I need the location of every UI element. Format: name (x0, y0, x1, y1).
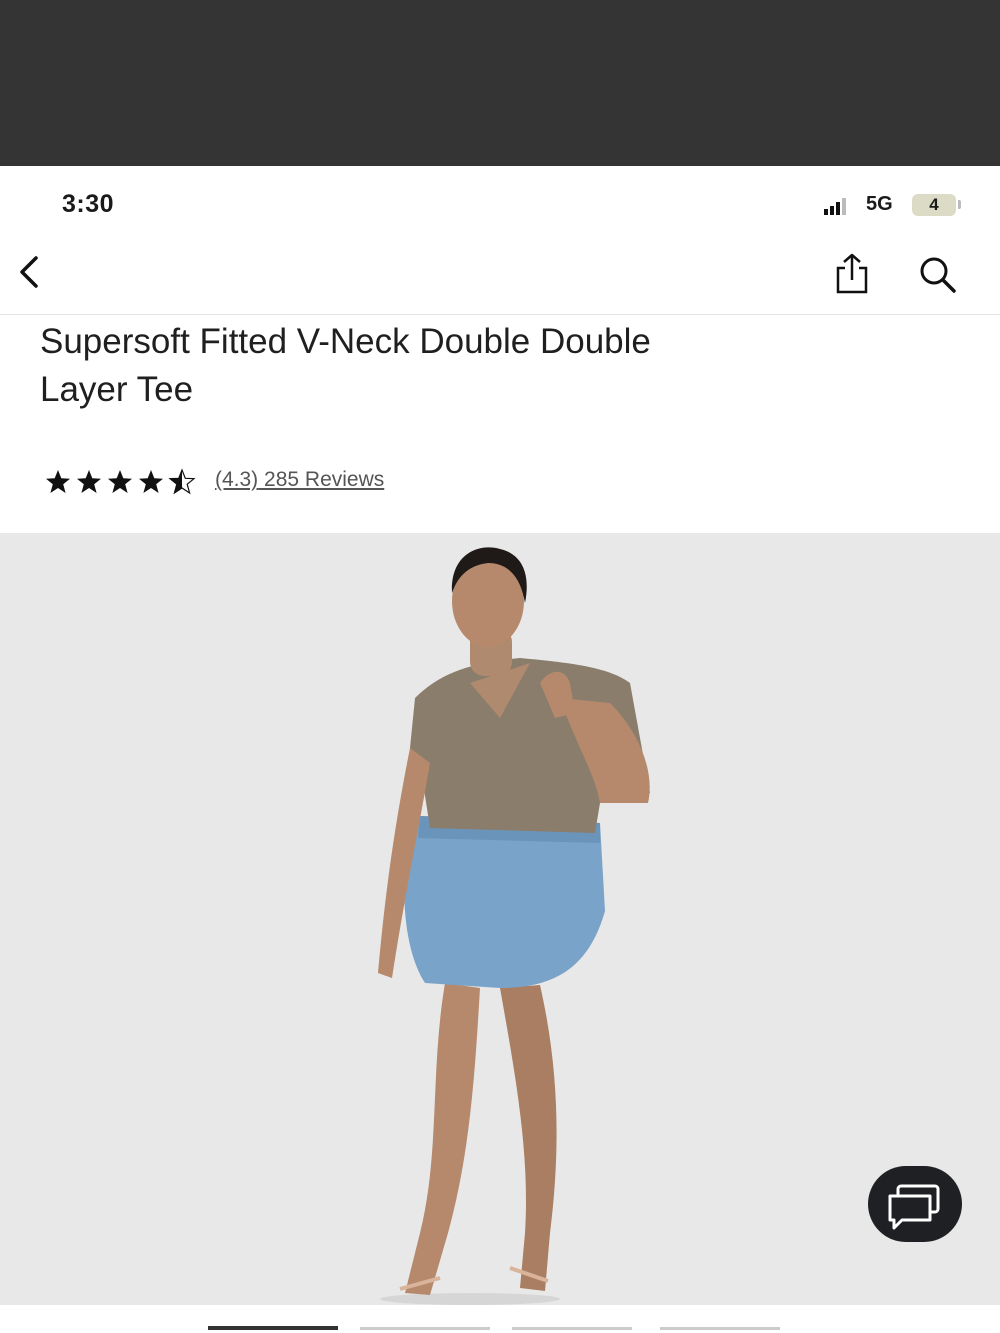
top-dark-bar (0, 0, 1000, 166)
product-title: Supersoft Fitted V-Neck Double Double La… (40, 318, 940, 414)
star-icon (108, 470, 132, 493)
rating-stars (46, 468, 196, 495)
half-star-icon (168, 468, 196, 495)
star-icon (139, 470, 163, 493)
model-illustration (378, 547, 650, 1305)
back-chevron-icon[interactable] (12, 252, 48, 292)
share-icon[interactable] (832, 252, 872, 296)
thumbnail-active[interactable] (208, 1326, 338, 1330)
battery-icon: 4 (912, 194, 956, 216)
star-icon (46, 470, 70, 493)
battery-nub (958, 200, 961, 209)
search-icon[interactable] (914, 254, 960, 294)
thumbnail[interactable] (360, 1327, 490, 1330)
review-count: 285 Reviews (264, 468, 385, 491)
chat-bubbles-icon (888, 1184, 940, 1230)
image-thumbnails (0, 1318, 1000, 1333)
thumbnail[interactable] (660, 1327, 780, 1330)
status-time: 3:30 (62, 190, 115, 218)
thumbnail[interactable] (512, 1327, 632, 1330)
product-title-line1: Supersoft Fitted V-Neck Double Double (40, 322, 651, 361)
product-title-line2: Layer Tee (40, 370, 194, 409)
chat-button[interactable] (868, 1166, 962, 1242)
star-icon (77, 470, 101, 493)
rating-value: (4.3) (215, 468, 259, 491)
network-label: 5G (866, 193, 893, 215)
reviews-link[interactable]: (4.3) 285 Reviews (215, 468, 384, 492)
product-image[interactable] (0, 533, 1000, 1305)
signal-icon (824, 198, 846, 215)
